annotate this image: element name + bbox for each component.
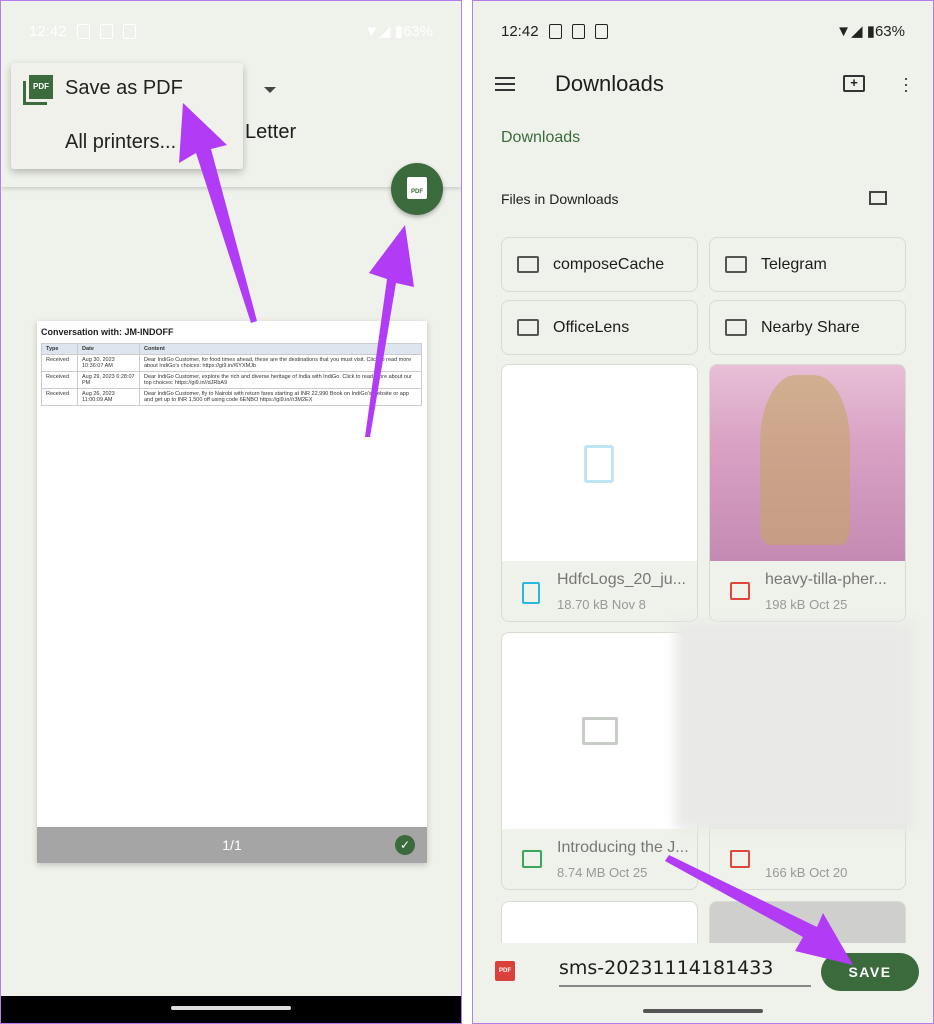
home-indicator[interactable]	[643, 1009, 763, 1013]
clock: 12:42	[29, 22, 67, 40]
battery-icon: ▮	[862, 23, 875, 40]
document-icon	[584, 445, 614, 483]
list-view-icon[interactable]	[869, 191, 887, 205]
save-button[interactable]: SAVE	[821, 953, 919, 991]
notification-icon	[594, 23, 608, 39]
battery-level: 63%	[402, 22, 433, 40]
folder-name: Nearby Share	[761, 318, 860, 336]
clock: 12:42	[501, 22, 539, 40]
folder-icon	[725, 319, 747, 336]
breadcrumb[interactable]: Downloads	[501, 129, 580, 147]
navigation-bar	[1, 996, 461, 1023]
table-row: Received Aug 29, 2023 6:28:07 PM Dear Indi…	[41, 371, 422, 389]
file-card[interactable]	[709, 901, 906, 943]
file-picker-screen: 12:42 ▼◢ ▮ 63% Downloads + · · · Downloads…	[472, 0, 934, 1024]
folder-name: Telegram	[761, 255, 827, 273]
file-card[interactable]	[501, 901, 698, 943]
cell: Received	[41, 371, 78, 389]
more-options-icon[interactable]: · · ·	[903, 69, 909, 99]
cell: Dear IndiGo Customer, fly to Nairobi wit…	[139, 388, 422, 406]
folder-icon	[517, 256, 539, 273]
cell: Received	[41, 354, 78, 372]
image-icon	[730, 850, 750, 868]
file-name: heavy-tilla-pher...	[765, 571, 887, 588]
column-header: Date	[77, 343, 140, 355]
document-icon	[522, 582, 540, 604]
menu-item-save-as-pdf[interactable]: Save as PDF	[65, 77, 183, 100]
notification-icon	[99, 23, 113, 39]
file-meta: 18.70 kB Nov 8	[557, 597, 646, 612]
notification-icon	[548, 23, 562, 39]
redacted-area	[675, 621, 915, 831]
battery-level: 63%	[874, 22, 905, 40]
cell: Aug 29, 2023 6:28:07 PM	[77, 371, 140, 389]
pdf-icon: PDF	[23, 75, 53, 105]
file-name: Introducing the J...	[557, 839, 689, 856]
cell: Aug 30, 2023 10:36:07 AM	[77, 354, 140, 372]
message-table: Type Date Content Received Aug 30, 2023 10:…	[41, 343, 422, 406]
battery-icon: ▮	[390, 23, 403, 40]
print-preview-page[interactable]: Conversation with: JM-INDOFF Type Date Con…	[37, 321, 427, 863]
new-folder-icon[interactable]: +	[843, 75, 865, 92]
file-name: HdfcLogs_20_ju...	[557, 571, 686, 588]
column-header: Content	[139, 343, 422, 355]
chevron-down-icon[interactable]	[264, 87, 276, 93]
wifi-icon: ▼◢	[364, 23, 391, 40]
page-indicator-bar: 1/1 ✓	[37, 827, 427, 863]
app-bar: Downloads + · · ·	[473, 69, 933, 101]
filename-input[interactable]: sms-20231114181433	[559, 957, 811, 987]
folder-name: composeCache	[553, 255, 665, 273]
paper-size[interactable]: Letter	[245, 121, 296, 144]
notification-icon	[122, 23, 136, 39]
cell: Aug 26, 2023 11:00:09 AM	[77, 388, 140, 406]
print-screen: 12:42 ▼◢ ▮ 63% Letter PDF Save as PDF Al…	[0, 0, 462, 1024]
menu-icon[interactable]	[495, 77, 515, 91]
column-header: Type	[41, 343, 78, 355]
folder-item[interactable]: OfficeLens	[501, 300, 698, 355]
cell: Dear IndiGo Customer, explore the rich a…	[139, 371, 422, 389]
section-title: Files in Downloads	[501, 191, 619, 207]
folder-icon	[517, 319, 539, 336]
video-icon	[582, 717, 618, 745]
menu-item-all-printers[interactable]: All printers...	[65, 131, 176, 154]
folder-item[interactable]: Nearby Share	[709, 300, 906, 355]
page-indicator: 1/1	[222, 837, 242, 853]
table-row: Received Aug 26, 2023 11:00:09 AM Dear Ind…	[41, 388, 422, 406]
folder-name: OfficeLens	[553, 318, 630, 336]
status-bar: 12:42 ▼◢ ▮ 63%	[29, 19, 433, 43]
cell: Received	[41, 388, 78, 406]
page-title: Downloads	[555, 71, 664, 96]
notification-icon	[76, 23, 90, 39]
folder-item[interactable]: composeCache	[501, 237, 698, 292]
file-meta: 198 kB Oct 25	[765, 597, 848, 612]
file-meta: 166 kB Oct 20	[765, 865, 848, 880]
checkmark-icon[interactable]: ✓	[395, 835, 415, 855]
table-row: Received Aug 30, 2023 10:36:07 AM Dear Ind…	[41, 354, 422, 372]
video-icon	[522, 850, 542, 868]
image-icon	[730, 582, 750, 600]
printer-menu: PDF Save as PDF All printers...	[11, 63, 243, 169]
notification-icon	[571, 23, 585, 39]
file-card[interactable]: Introducing the J... 8.74 MB Oct 25	[501, 632, 698, 890]
wifi-icon: ▼◢	[836, 23, 863, 40]
file-card[interactable]: HdfcLogs_20_ju... 18.70 kB Nov 8	[501, 364, 698, 622]
folder-icon	[725, 256, 747, 273]
preview-title: Conversation with: JM-INDOFF	[41, 327, 174, 337]
file-card[interactable]: heavy-tilla-pher... 198 kB Oct 25	[709, 364, 906, 622]
save-bar: PDF sms-20231114181433 SAVE	[473, 943, 933, 1023]
download-pdf-icon: PDF	[407, 177, 427, 199]
home-indicator[interactable]	[171, 1006, 291, 1010]
file-meta: 8.74 MB Oct 25	[557, 865, 648, 880]
pdf-file-icon: PDF	[495, 961, 515, 981]
image-thumbnail	[710, 365, 905, 561]
folder-item[interactable]: Telegram	[709, 237, 906, 292]
cell: Dear IndiGo Customer, for food times ahe…	[139, 354, 422, 372]
download-pdf-button[interactable]: PDF	[391, 163, 443, 215]
status-bar: 12:42 ▼◢ ▮ 63%	[501, 19, 905, 43]
